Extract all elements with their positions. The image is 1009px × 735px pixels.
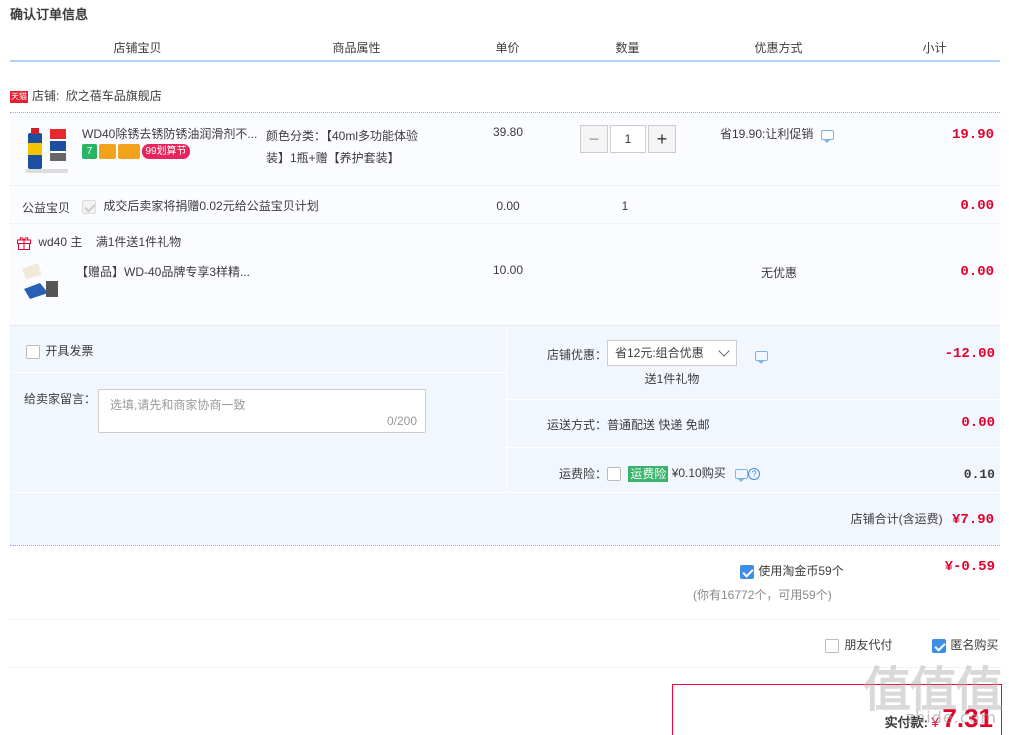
product-attributes: 颜色分类：【40ml多功能体验装】1瓶+赠【养护套装】 — [266, 129, 419, 165]
shop-discount-amount: -12.00 — [944, 346, 995, 362]
help-icon[interactable]: ? — [748, 467, 761, 480]
insurance-tag: 运费险 — [628, 465, 669, 482]
col-header-subtotal: 小计 — [870, 38, 1000, 58]
insurance-checkbox[interactable] — [607, 466, 621, 481]
col-header-price: 单价 — [448, 38, 568, 58]
shop-discount-selected: 省12元:组合优惠 — [615, 346, 704, 360]
order-items: WD40除锈去锈防锈油润滑剂不... 7 99划算节 颜色分类：【40ml多功能体… — [10, 112, 1000, 326]
gift-name-link[interactable]: 【赠品】WD-40品牌专享3样精... — [76, 263, 250, 280]
chat-icon[interactable] — [735, 468, 749, 482]
chat-icon[interactable] — [820, 129, 834, 143]
gift-discount: 无优惠 — [760, 266, 797, 280]
chevron-down-icon — [718, 345, 730, 357]
col-header-item: 店铺宝贝 — [10, 38, 266, 58]
charity-subtotal: 0.00 — [960, 198, 994, 214]
message-counter: 0/200 — [386, 414, 417, 428]
charity-checkbox — [82, 199, 96, 214]
insurance-label: 运费险： — [558, 467, 607, 481]
product-name-link[interactable]: WD40除锈去锈防锈油润滑剂不... — [82, 125, 257, 142]
coin-checkbox[interactable] — [740, 564, 754, 579]
product-thumbnail[interactable] — [22, 125, 72, 175]
charity-text: 成交后卖家将捐赠0.02元给公益宝贝计划 — [103, 199, 319, 213]
invoice-option[interactable]: 开具发票 — [26, 342, 93, 359]
gift-subtotal: 0.00 — [960, 264, 994, 280]
page-title: 确认订单信息 — [10, 7, 89, 22]
payment-options-row: 朋友代付 匿名购买 — [10, 620, 1000, 668]
charity-info: 成交后卖家将捐赠0.02元给公益宝贝计划 — [82, 197, 319, 214]
divider — [10, 492, 1000, 493]
shop-discount-row: 店铺优惠： 省12元:组合优惠 送1件礼物 -12.00 — [507, 326, 1001, 400]
gift-group-name: wd40 主 — [38, 235, 83, 249]
shop-discount-gift-note: 送1件礼物 — [644, 372, 700, 386]
coin-row: 使用淘金币59个 ¥-0.59 (你有16772个，可用59个) — [10, 546, 1000, 620]
product-discount: 省19.90:让利促销 — [720, 125, 834, 143]
invoice-checkbox[interactable] — [26, 344, 40, 359]
coin-amount: ¥-0.59 — [944, 559, 995, 575]
shipping-amount: 0.00 — [961, 415, 995, 431]
wd40-can-icon — [26, 128, 68, 173]
gift-price: 10.00 — [492, 263, 524, 277]
product-discount-text: 省19.90:让利促销 — [720, 127, 814, 141]
shipping-label: 运送方式： — [546, 418, 607, 432]
shop-info: 天猫 店铺: 欣之蓓车品旗舰店 — [10, 86, 162, 106]
shop-name-link[interactable]: 欣之蓓车品旗舰店 — [66, 89, 162, 103]
friend-pay-checkbox[interactable] — [825, 638, 839, 653]
guarantee-icon — [99, 144, 116, 159]
qty-decrement-button[interactable]: − — [580, 125, 608, 153]
shop-total: 店铺合计(含运费) ¥7.90 — [851, 510, 994, 528]
qty-increment-button[interactable]: + — [648, 125, 676, 153]
product-unit-price: 39.80 — [492, 125, 524, 139]
chat-icon[interactable] — [755, 350, 768, 364]
coin-note: (你有16772个，可用59个) — [693, 588, 832, 602]
qty-input[interactable]: 1 — [610, 125, 646, 153]
shop-total-amount: ¥7.90 — [951, 512, 994, 528]
shop-total-label: 店铺合计(含运费) — [850, 512, 943, 526]
seller-message-placeholder: 选填,请先和商家协商一致 — [110, 398, 246, 412]
order-options-panel: 开具发票 给卖家留言： 选填,请先和商家协商一致 0/200 店铺优惠： 省12… — [10, 326, 1001, 546]
shipping-method: 普通配送 快递 免邮 — [607, 418, 710, 432]
shop-discount-label: 店铺优惠： — [546, 348, 607, 362]
insurance-option: 运费险 ¥0.10购买 ? — [607, 464, 761, 482]
product-subtotal: 19.90 — [951, 127, 994, 143]
seven-day-return-icon: 7 — [82, 144, 97, 159]
table-header: 店铺宝贝 商品属性 单价 数量 优惠方式 小计 — [10, 38, 1000, 62]
col-header-discount: 优惠方式 — [688, 38, 870, 58]
coin-option[interactable]: 使用淘金币59个 — [740, 562, 844, 579]
gift-group-rule: 满1件送1件礼物 — [95, 235, 182, 249]
charity-price: 0.00 — [496, 199, 520, 213]
shipping-row: 运送方式： 普通配送 快递 免邮 0.00 — [507, 400, 1001, 448]
insurance-price: ¥0.10购买 — [671, 466, 726, 480]
tmall-badge-icon: 天猫 — [10, 90, 28, 103]
credit-card-icon — [118, 144, 140, 159]
col-header-attr: 商品属性 — [266, 38, 448, 58]
shop-discount-select[interactable]: 省12元:组合优惠 — [607, 340, 737, 366]
charity-qty: 1 — [621, 199, 629, 213]
divider — [10, 372, 506, 373]
gift-thumbnail[interactable] — [18, 259, 64, 301]
product-badges: 7 99划算节 — [82, 144, 192, 159]
divider — [10, 223, 1000, 224]
right-summary: 店铺优惠： 省12元:组合优惠 送1件礼物 -12.00 运送方式： 普通配送 … — [506, 326, 1001, 492]
shop-label: 店铺: — [32, 89, 60, 103]
insurance-row: 运费险： 运费险 ¥0.10购买 ? 0.10 — [507, 448, 1001, 492]
gift-rule: wd40 主 满1件送1件礼物 — [16, 233, 182, 251]
promo-festival-icon: 99划算节 — [142, 144, 190, 159]
gift-kit-icon — [22, 263, 58, 299]
divider — [10, 185, 1000, 186]
gift-icon — [17, 237, 31, 251]
invoice-label: 开具发票 — [45, 344, 94, 358]
col-header-qty: 数量 — [568, 38, 688, 58]
watermark-site: zhide.com — [905, 708, 997, 727]
message-label: 给卖家留言： — [24, 392, 97, 406]
seller-message-field[interactable]: 选填,请先和商家协商一致 0/200 — [98, 389, 426, 433]
coin-label: 使用淘金币59个 — [758, 564, 844, 578]
charity-label: 公益宝贝 — [22, 201, 71, 215]
insurance-amount: 0.10 — [963, 467, 995, 482]
left-options: 开具发票 给卖家留言： 选填,请先和商家协商一致 0/200 — [10, 326, 506, 492]
